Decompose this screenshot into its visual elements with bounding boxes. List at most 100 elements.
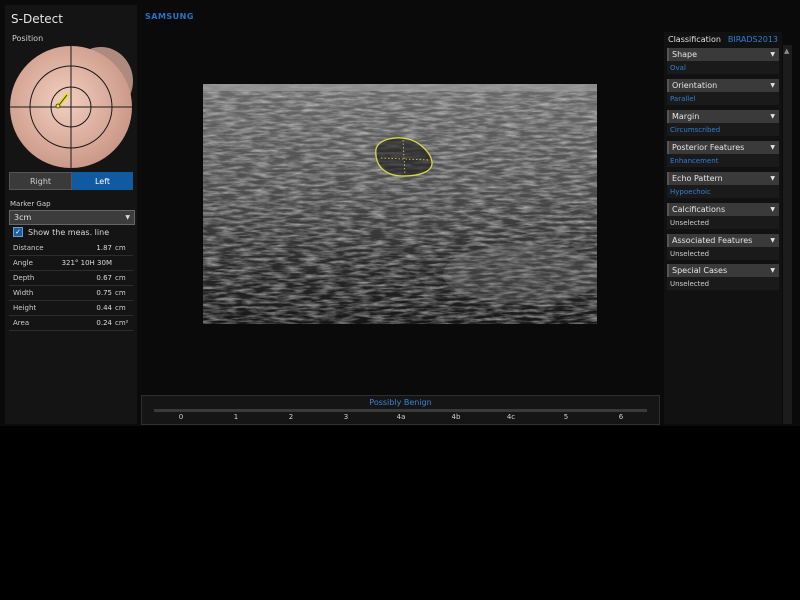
measurement-unit: cm — [115, 244, 126, 252]
measurement-label: Angle — [13, 259, 33, 267]
feature-dropdown[interactable]: Echo Pattern ▼ — [667, 172, 779, 185]
measurement-value: 1.87 — [96, 244, 112, 252]
marker-gap-select[interactable]: 3cm ▼ — [9, 210, 135, 225]
classification-result: Possibly Benign — [369, 398, 432, 407]
chevron-down-icon: ▼ — [770, 144, 775, 151]
measurement-label: Depth — [13, 274, 35, 282]
feature-echo-pattern: Echo Pattern ▼ Hypoechoic — [667, 172, 779, 198]
marker-gap-value: 3cm — [14, 213, 32, 222]
feature-calcifications: Calcifications ▼ Unselected — [667, 203, 779, 229]
classification-panel: Classification BIRADS2013 Shape ▼ Oval O… — [664, 32, 782, 424]
us-skin-line — [203, 84, 597, 91]
birads-scale-bar: Possibly Benign 0 1 2 3 4a 4b 4c 5 6 — [141, 395, 660, 425]
feature-value: Circumscribed — [667, 123, 779, 136]
breast-position-diagram[interactable] — [9, 43, 135, 169]
marker-gap-label: Marker Gap — [10, 200, 51, 208]
app-title: S-Detect — [11, 12, 63, 26]
scale-tick-label: 3 — [343, 413, 349, 421]
measurement-row: Depth 0.67 cm — [9, 271, 133, 286]
feature-orientation: Orientation ▼ Parallel — [667, 79, 779, 105]
feature-shape: Shape ▼ Oval — [667, 48, 779, 74]
measurement-unit: cm — [115, 289, 126, 297]
measurement-label: Distance — [13, 244, 44, 252]
checkbox-checked-icon[interactable]: ✓ — [13, 227, 23, 237]
feature-dropdown[interactable]: Special Cases ▼ — [667, 264, 779, 277]
feature-name: Echo Pattern — [672, 174, 723, 183]
chevron-down-icon: ▼ — [770, 267, 775, 274]
left-panel: S-Detect Position Right Left Marker Gap … — [5, 5, 137, 424]
feature-name: Margin — [672, 112, 700, 121]
measurement-table: Distance 1.87 cm Angle 321° 10H 30M Dept… — [9, 241, 133, 331]
feature-dropdown[interactable]: Margin ▼ — [667, 110, 779, 123]
feature-dropdown[interactable]: Shape ▼ — [667, 48, 779, 61]
feature-name: Shape — [672, 50, 698, 59]
feature-dropdown[interactable]: Orientation ▼ — [667, 79, 779, 92]
measurement-label: Area — [13, 319, 30, 327]
scale-tick-label: 1 — [233, 413, 239, 421]
s-detect-app: S-Detect Position Right Left Marker Gap … — [0, 0, 800, 426]
scale-tick-label: 6 — [618, 413, 624, 421]
feature-value: Oval — [667, 61, 779, 74]
measurement-row: Distance 1.87 cm — [9, 241, 133, 256]
classification-version[interactable]: BIRADS2013 — [728, 35, 778, 44]
side-toggle: Right Left — [9, 172, 133, 190]
feature-value: Enhancement — [667, 154, 779, 167]
chevron-down-icon: ▼ — [770, 51, 775, 58]
measurement-unit: cm² — [115, 319, 129, 327]
feature-value: Unselected — [667, 247, 779, 260]
birads-scale-track — [154, 409, 647, 412]
feature-special-cases: Special Cases ▼ Unselected — [667, 264, 779, 290]
scroll-up-icon[interactable]: ▲ — [784, 47, 789, 55]
measurement-row: Angle 321° 10H 30M — [9, 256, 133, 271]
feature-dropdown[interactable]: Posterior Features ▼ — [667, 141, 779, 154]
brand-logo: SAMSUNG — [145, 12, 194, 21]
ultrasound-image[interactable] — [203, 84, 597, 324]
feature-margin: Margin ▼ Circumscribed — [667, 110, 779, 136]
measurement-value: 321° 10H 30M — [61, 259, 112, 267]
measurement-row: Area 0.24 cm² — [9, 316, 133, 331]
scale-tick-label: 0 — [178, 413, 184, 421]
right-side-button[interactable]: Right — [9, 172, 72, 190]
feature-value: Hypoechoic — [667, 185, 779, 198]
chevron-down-icon: ▼ — [770, 175, 775, 182]
chevron-down-icon: ▼ — [770, 113, 775, 120]
classification-title: Classification — [668, 35, 721, 44]
measurement-value: 0.75 — [96, 289, 112, 297]
feature-value: Unselected — [667, 277, 779, 290]
measurement-label: Width — [13, 289, 34, 297]
feature-name: Orientation — [672, 81, 718, 90]
feature-name: Associated Features — [672, 236, 753, 245]
chevron-down-icon: ▼ — [770, 237, 775, 244]
measurement-unit: cm — [115, 304, 126, 312]
measurement-row: Height 0.44 cm — [9, 301, 133, 316]
show-meas-line-label: Show the meas. line — [28, 227, 110, 237]
position-label: Position — [12, 34, 44, 43]
scale-tick-label: 4c — [506, 413, 516, 421]
scale-tick-label: 4a — [396, 413, 406, 421]
measurement-unit: cm — [115, 274, 126, 282]
show-meas-line-row[interactable]: ✓ Show the meas. line — [13, 227, 109, 237]
measurement-value: 0.24 — [96, 319, 112, 327]
us-enhancement-area — [443, 244, 597, 304]
classification-scrollbar[interactable]: ▲ — [783, 45, 792, 424]
feature-associated-features: Associated Features ▼ Unselected — [667, 234, 779, 260]
chevron-down-icon: ▼ — [770, 206, 775, 213]
feature-value: Parallel — [667, 92, 779, 105]
feature-dropdown[interactable]: Calcifications ▼ — [667, 203, 779, 216]
scale-tick-label: 2 — [288, 413, 294, 421]
measurement-value: 0.44 — [96, 304, 112, 312]
left-side-button[interactable]: Left — [72, 172, 133, 190]
measurement-value: 0.67 — [96, 274, 112, 282]
feature-posterior-features: Posterior Features ▼ Enhancement — [667, 141, 779, 167]
measurement-label: Height — [13, 304, 37, 312]
feature-name: Posterior Features — [672, 143, 745, 152]
chevron-down-icon: ▼ — [125, 214, 130, 221]
scale-tick-label: 5 — [563, 413, 569, 421]
measurement-row: Width 0.75 cm — [9, 286, 133, 301]
scale-tick-label: 4b — [451, 413, 461, 421]
feature-name: Special Cases — [672, 266, 728, 275]
feature-name: Calcifications — [672, 205, 726, 214]
chevron-down-icon: ▼ — [770, 82, 775, 89]
feature-dropdown[interactable]: Associated Features ▼ — [667, 234, 779, 247]
feature-value: Unselected — [667, 216, 779, 229]
